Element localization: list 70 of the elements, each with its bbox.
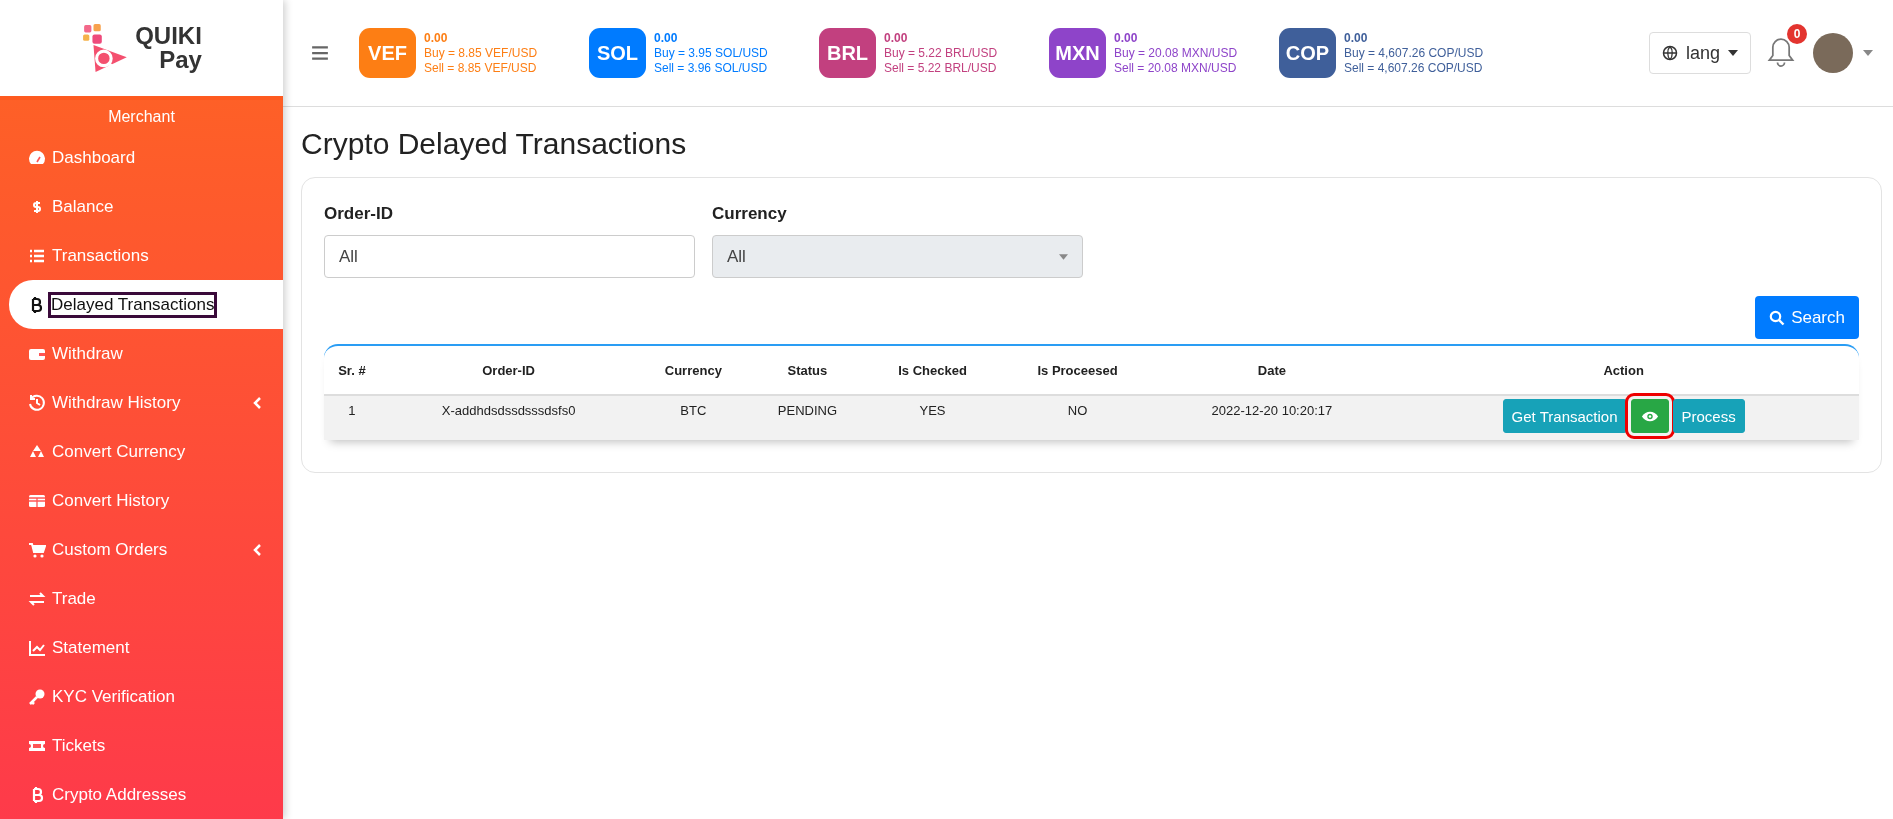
field-label: Order-ID — [324, 204, 394, 224]
sell-rate: Sell = 4,607.26 COP/USD — [1344, 60, 1484, 76]
key-icon — [28, 687, 46, 706]
buy-rate: Buy = 20.08 MXN/USD — [1114, 45, 1238, 61]
bell-icon — [1767, 36, 1795, 68]
sidebar-item[interactable]: Convert History — [0, 476, 283, 525]
search-button[interactable]: Search — [1755, 296, 1859, 339]
chart-icon — [28, 638, 46, 657]
sidebar-item[interactable]: Delayed Transactions — [9, 280, 283, 329]
language-dropdown[interactable]: lang — [1648, 32, 1751, 74]
sidebar-item[interactable]: Tickets — [0, 721, 283, 770]
buy-rate: Buy = 3.95 SOL/USD — [654, 45, 768, 61]
currency-badge: SOL — [589, 28, 646, 78]
page-title: Crypto Delayed Transactions — [301, 127, 688, 161]
currency-badge: COP — [1279, 28, 1336, 78]
rate-amount: 0.00 — [424, 30, 449, 46]
caret-icon — [1059, 253, 1068, 260]
menu-button[interactable] — [309, 43, 331, 63]
gauge-icon — [28, 148, 46, 167]
rate-amount: 0.00 — [1114, 30, 1139, 46]
buy-rate: Buy = 4,607.26 COP/USD — [1344, 45, 1484, 61]
rate-amount: 0.00 — [1344, 30, 1369, 46]
rate-amount: 0.00 — [884, 30, 909, 46]
logo-text: Pay — [159, 48, 202, 72]
globe-icon — [1661, 45, 1678, 61]
cart-icon — [28, 540, 46, 559]
notification-count: 0 — [1787, 24, 1807, 44]
currency-select[interactable]: All — [712, 235, 1083, 278]
sidebar-item[interactable]: Crypto Addresses — [0, 770, 283, 819]
order-id-field[interactable]: All — [324, 235, 695, 278]
sidebar-item[interactable]: Custom Orders — [0, 525, 283, 574]
action-button[interactable]: Get Transaction — [1502, 399, 1627, 433]
sidebar-item[interactable]: Convert Currency — [0, 427, 283, 476]
sidebar-item[interactable]: Trade — [0, 574, 283, 623]
sidebar-item[interactable]: Balance — [0, 182, 283, 231]
sidebar-item[interactable]: Withdraw — [0, 329, 283, 378]
caret-icon — [1728, 50, 1738, 56]
caret-icon — [1863, 50, 1873, 56]
action-button[interactable]: Process — [1672, 399, 1745, 433]
sidebar-heading: Merchant — [107, 108, 176, 127]
rate-amount: 0.00 — [654, 30, 679, 46]
sell-rate: Sell = 8.85 VEF/USD — [424, 60, 538, 76]
table-cell: 2022-12-20 10:20:17 — [1155, 395, 1389, 440]
buy-rate: Buy = 8.85 VEF/USD — [424, 45, 538, 61]
table-cell: BTC — [637, 395, 750, 440]
sidebar-item[interactable]: Withdraw History — [0, 378, 283, 427]
sidebar-item[interactable]: Dashboard — [0, 133, 283, 182]
history-icon — [28, 393, 46, 412]
exchange-icon — [28, 589, 46, 608]
table-cell: NO — [999, 395, 1156, 440]
table-cell: 1 — [324, 395, 380, 440]
sidebar-item[interactable]: KYC Verification — [0, 672, 283, 721]
sell-rate: Sell = 20.08 MXN/USD — [1114, 60, 1238, 76]
field-label: Currency — [712, 204, 788, 224]
currency-badge: BRL — [819, 28, 876, 78]
logo-text: QUIKI — [135, 24, 202, 48]
buy-rate: Buy = 5.22 BRL/USD — [884, 45, 998, 61]
avatar[interactable] — [1813, 33, 1853, 73]
sidebar-item[interactable]: Statement — [0, 623, 283, 672]
search-icon — [1769, 309, 1786, 326]
eye-icon — [1640, 409, 1659, 423]
currency-badge: MXN — [1049, 28, 1106, 78]
table-cell: PENDING — [749, 395, 866, 440]
sidebar-item[interactable]: Transactions — [0, 231, 283, 280]
sell-rate: Sell = 5.22 BRL/USD — [884, 60, 998, 76]
currency-badge: VEF — [359, 28, 416, 78]
sell-rate: Sell = 3.96 SOL/USD — [654, 60, 768, 76]
table-cell: X-addhdsdssdsssdsfs0 — [379, 395, 638, 440]
menu-icon — [311, 45, 329, 61]
table-cell: YES — [865, 395, 1000, 440]
